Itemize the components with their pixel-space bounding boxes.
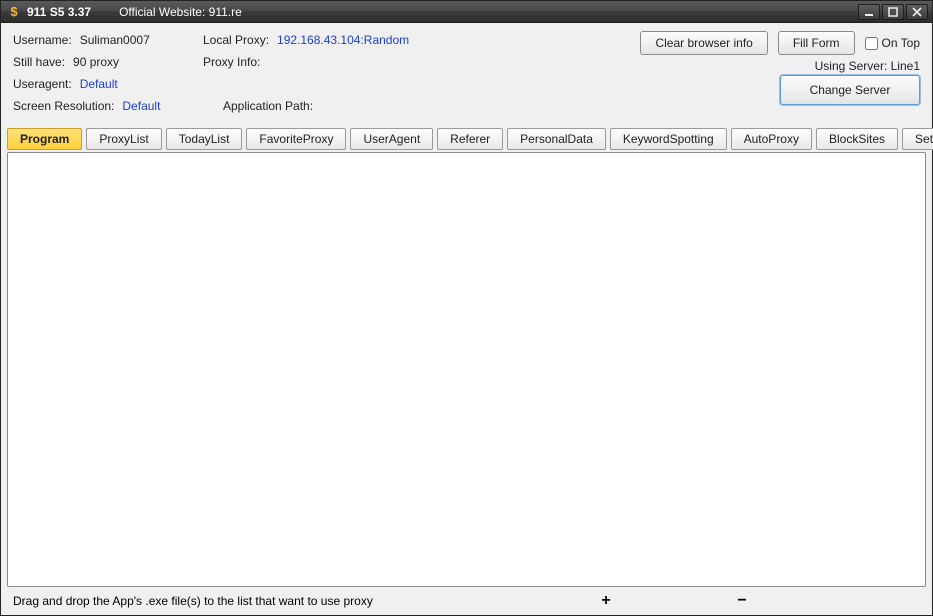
app-icon: $ [7, 5, 21, 19]
proxy-info-label: Proxy Info: [203, 55, 260, 69]
add-program-button[interactable]: + [598, 592, 614, 610]
tab-bar: Program ProxyList TodayList FavoriteProx… [1, 128, 932, 150]
drag-drop-hint: Drag and drop the App's .exe file(s) to … [13, 594, 373, 608]
change-server-button[interactable]: Change Server [780, 75, 920, 105]
application-path-label: Application Path: [223, 99, 313, 113]
on-top-checkbox-wrap[interactable]: On Top [865, 36, 920, 50]
screen-resolution-label: Screen Resolution: [13, 99, 114, 113]
remove-program-button[interactable]: − [734, 592, 750, 610]
tab-personaldata[interactable]: PersonalData [507, 128, 606, 150]
close-button[interactable] [906, 4, 928, 20]
on-top-checkbox[interactable] [865, 37, 878, 50]
username-label: Username: [13, 33, 72, 47]
clear-browser-info-button[interactable]: Clear browser info [640, 31, 767, 55]
info-panel: Clear browser info Fill Form On Top Usin… [1, 23, 932, 128]
using-server-label: Using Server: Line1 [815, 59, 920, 73]
tab-settings[interactable]: Settings [902, 128, 933, 150]
minimize-button[interactable] [858, 4, 880, 20]
useragent-value[interactable]: Default [80, 77, 118, 91]
tab-todaylist[interactable]: TodayList [166, 128, 243, 150]
app-title: 911 S5 3.37 [27, 5, 91, 19]
tab-program[interactable]: Program [7, 128, 82, 150]
tab-keywordspotting[interactable]: KeywordSpotting [610, 128, 727, 150]
screen-resolution-value[interactable]: Default [122, 99, 160, 113]
official-website-label: Official Website: 911.re [119, 5, 242, 19]
maximize-button[interactable] [882, 4, 904, 20]
still-have-value: 90 proxy [73, 55, 119, 69]
on-top-label: On Top [882, 36, 920, 50]
fill-form-button[interactable]: Fill Form [778, 31, 855, 55]
tab-proxylist[interactable]: ProxyList [86, 128, 161, 150]
local-proxy-value[interactable]: 192.168.43.104:Random [277, 33, 409, 47]
window-controls [858, 4, 928, 20]
program-list-area[interactable] [7, 152, 926, 587]
local-proxy-label: Local Proxy: [203, 33, 269, 47]
tab-referer[interactable]: Referer [437, 128, 503, 150]
top-right-controls: Clear browser info Fill Form On Top [640, 31, 920, 55]
tab-favoriteproxy[interactable]: FavoriteProxy [246, 128, 346, 150]
still-have-label: Still have: [13, 55, 65, 69]
add-remove-controls: + − [598, 592, 750, 610]
useragent-label: Useragent: [13, 77, 72, 91]
app-window: $ 911 S5 3.37 Official Website: 911.re C… [0, 0, 933, 616]
username-value: Suliman0007 [80, 33, 150, 47]
title-bar: $ 911 S5 3.37 Official Website: 911.re [1, 1, 932, 23]
tab-blocksites[interactable]: BlockSites [816, 128, 898, 150]
tab-useragent[interactable]: UserAgent [350, 128, 433, 150]
tab-autoproxy[interactable]: AutoProxy [731, 128, 812, 150]
bottom-bar: Drag and drop the App's .exe file(s) to … [1, 587, 932, 615]
